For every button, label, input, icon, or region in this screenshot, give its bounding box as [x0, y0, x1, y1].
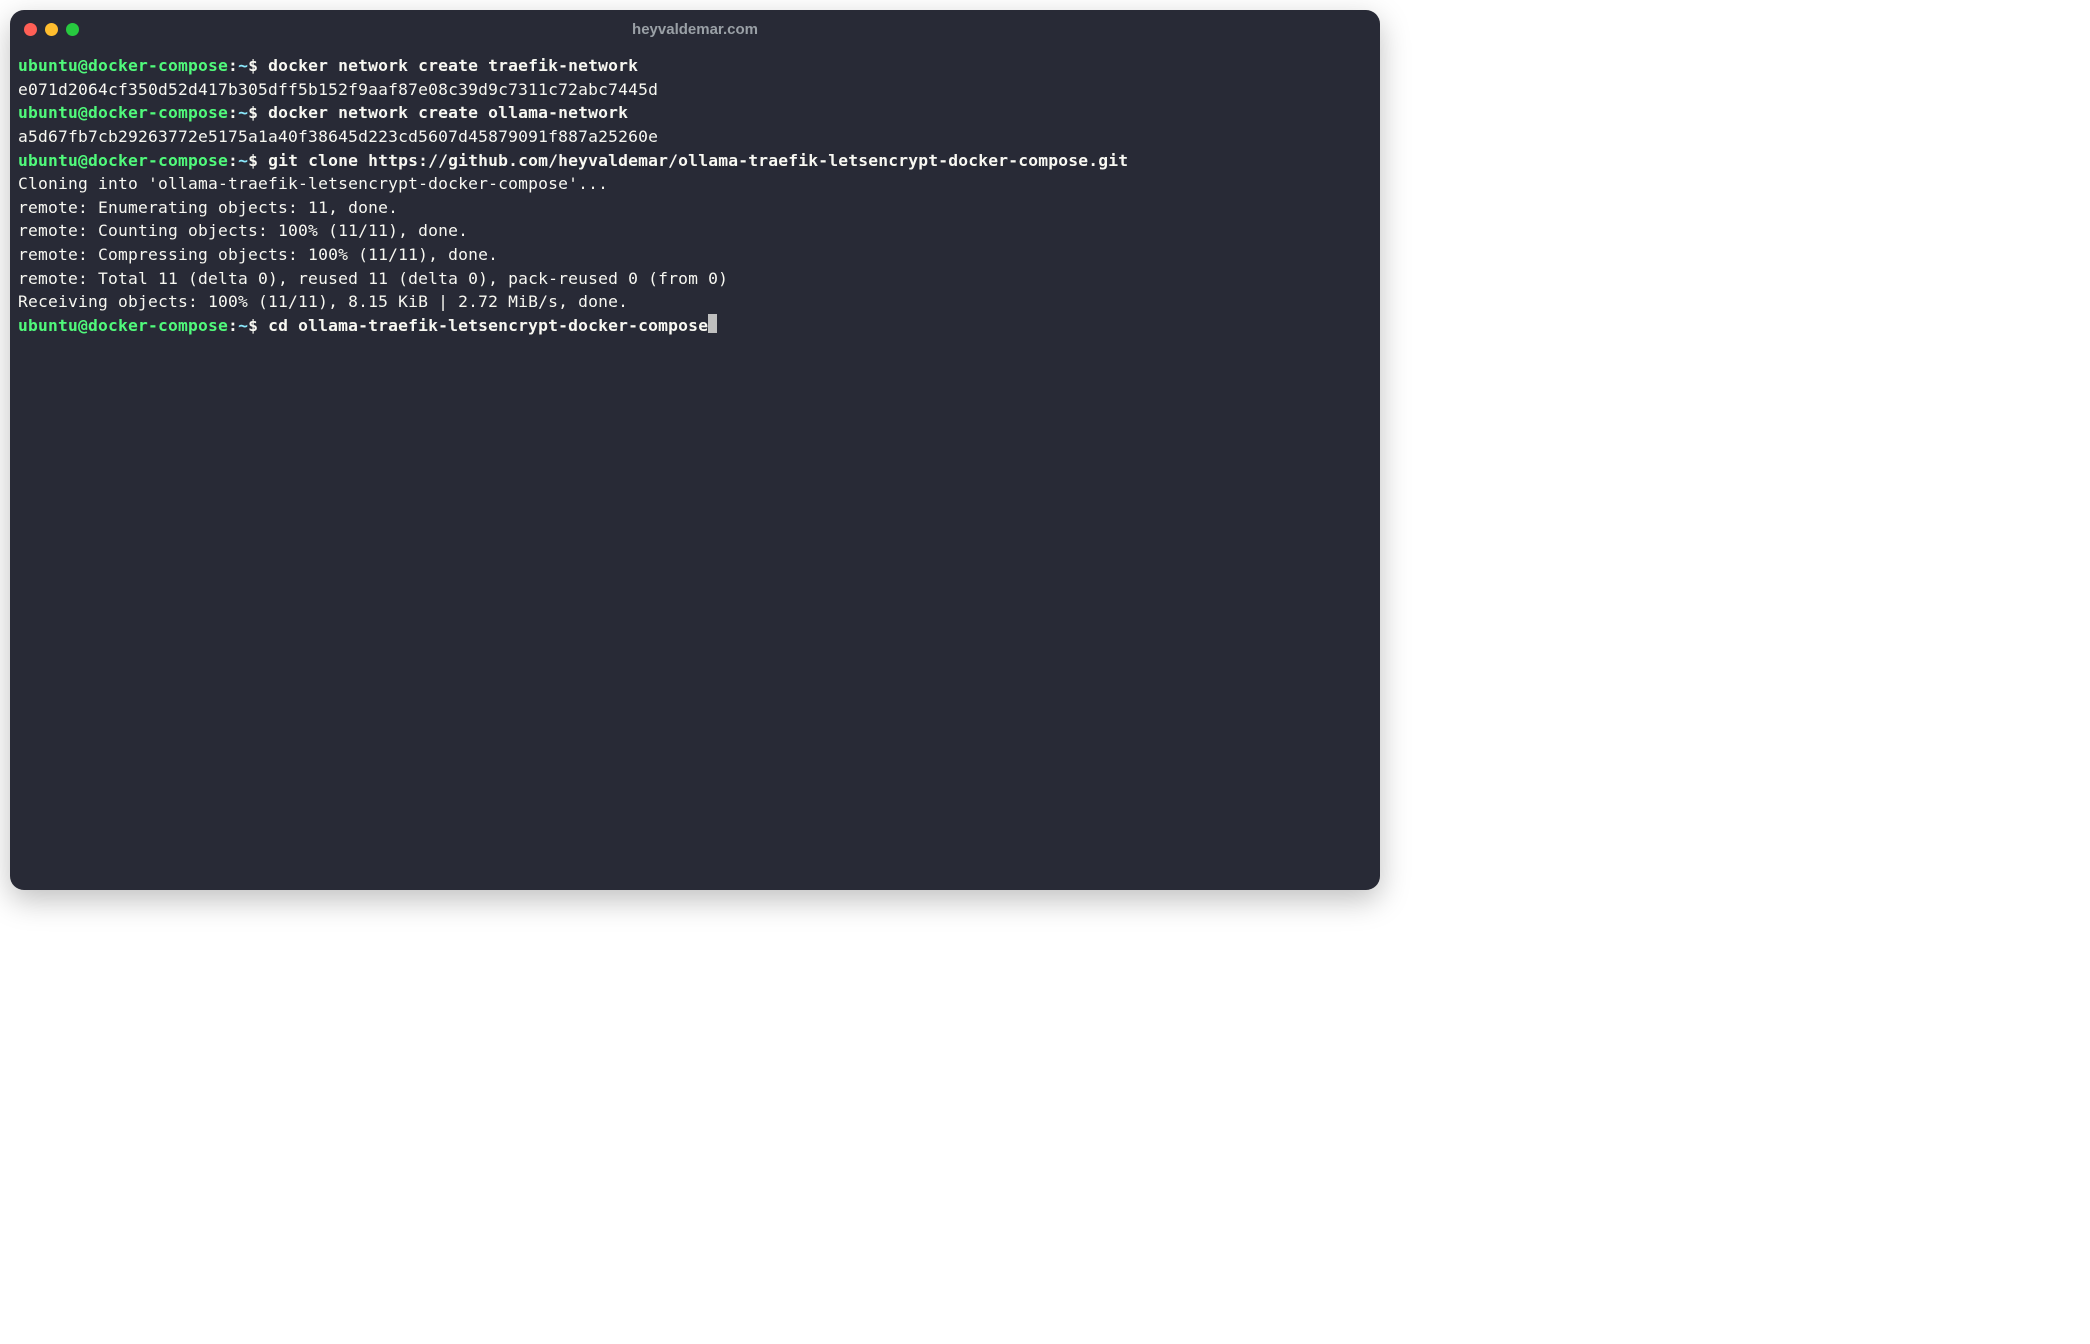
output-line: e071d2064cf350d52d417b305dff5b152f9aaf87…: [18, 78, 1372, 102]
prompt-colon: :: [228, 316, 238, 335]
prompt-dollar: $: [248, 316, 258, 335]
output-line: a5d67fb7cb29263772e5175a1a40f38645d223cd…: [18, 125, 1372, 149]
window-title: heyvaldemar.com: [10, 21, 1380, 38]
output-line: Cloning into 'ollama-traefik-letsencrypt…: [18, 172, 1372, 196]
prompt-line: ubuntu@docker-compose:~$ docker network …: [18, 54, 1372, 78]
prompt-dollar: $: [248, 56, 258, 75]
prompt-user-host: ubuntu@docker-compose: [18, 103, 228, 122]
traffic-lights: [24, 23, 79, 36]
output-line: remote: Compressing objects: 100% (11/11…: [18, 243, 1372, 267]
prompt-user-host: ubuntu@docker-compose: [18, 56, 228, 75]
prompt-dollar: $: [248, 103, 258, 122]
command-text: docker network create traefik-network: [258, 56, 638, 75]
prompt-colon: :: [228, 151, 238, 170]
terminal-window: heyvaldemar.com ubuntu@docker-compose:~$…: [10, 10, 1380, 890]
output-line: Receiving objects: 100% (11/11), 8.15 Ki…: [18, 290, 1372, 314]
cursor-icon: [708, 314, 717, 333]
prompt-colon: :: [228, 56, 238, 75]
minimize-icon[interactable]: [45, 23, 58, 36]
titlebar: heyvaldemar.com: [10, 10, 1380, 48]
terminal-body[interactable]: ubuntu@docker-compose:~$ docker network …: [10, 48, 1380, 890]
prompt-line: ubuntu@docker-compose:~$ git clone https…: [18, 149, 1372, 173]
prompt-line: ubuntu@docker-compose:~$ cd ollama-traef…: [18, 314, 1372, 338]
command-text: cd ollama-traefik-letsencrypt-docker-com…: [258, 316, 708, 335]
output-line: remote: Enumerating objects: 11, done.: [18, 196, 1372, 220]
command-text: docker network create ollama-network: [258, 103, 628, 122]
prompt-path: ~: [238, 56, 248, 75]
output-line: remote: Total 11 (delta 0), reused 11 (d…: [18, 267, 1372, 291]
close-icon[interactable]: [24, 23, 37, 36]
prompt-path: ~: [238, 316, 248, 335]
prompt-line: ubuntu@docker-compose:~$ docker network …: [18, 101, 1372, 125]
maximize-icon[interactable]: [66, 23, 79, 36]
prompt-path: ~: [238, 103, 248, 122]
prompt-user-host: ubuntu@docker-compose: [18, 316, 228, 335]
prompt-colon: :: [228, 103, 238, 122]
output-line: remote: Counting objects: 100% (11/11), …: [18, 219, 1372, 243]
command-text: git clone https://github.com/heyvaldemar…: [258, 151, 1128, 170]
prompt-dollar: $: [248, 151, 258, 170]
prompt-user-host: ubuntu@docker-compose: [18, 151, 228, 170]
prompt-path: ~: [238, 151, 248, 170]
